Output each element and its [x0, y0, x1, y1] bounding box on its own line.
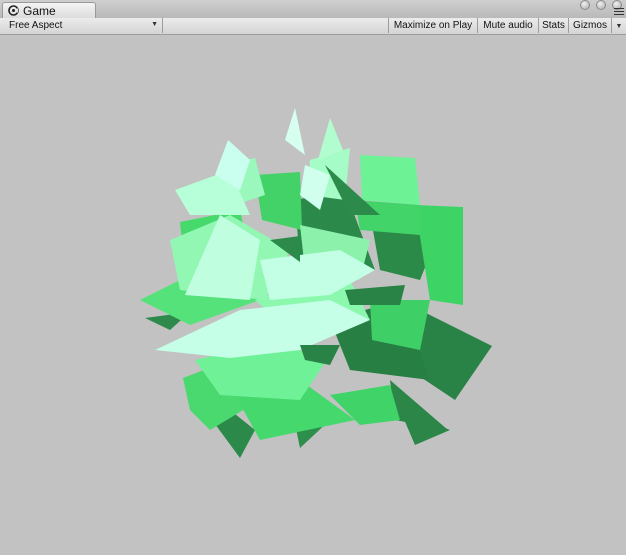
tab-game[interactable]: Game — [2, 2, 96, 18]
game-viewport[interactable] — [0, 35, 626, 555]
tab-game-label: Game — [23, 4, 56, 18]
minimize-dot[interactable] — [596, 0, 606, 10]
crystal-cluster-render — [140, 108, 492, 458]
mute-audio-button[interactable]: Mute audio — [477, 18, 538, 33]
close-dot[interactable] — [580, 0, 590, 10]
aspect-dropdown[interactable]: Free Aspect ▼ — [3, 18, 163, 33]
tab-strip: Game — [0, 0, 626, 19]
gizmos-dropdown[interactable]: ▼ — [611, 18, 626, 33]
game-toolbar: Free Aspect ▼ Maximize on Play Mute audi… — [0, 18, 626, 35]
chevron-down-icon: ▼ — [615, 23, 623, 30]
maximize-on-play-button[interactable]: Maximize on Play — [388, 18, 477, 33]
gizmos-button[interactable]: Gizmos — [568, 18, 611, 33]
unity-game-icon — [8, 5, 19, 16]
panel-menu-icon[interactable] — [614, 8, 624, 17]
aspect-label: Free Aspect — [9, 20, 63, 31]
chevron-down-icon: ▼ — [151, 21, 158, 28]
stats-button[interactable]: Stats — [538, 18, 568, 33]
